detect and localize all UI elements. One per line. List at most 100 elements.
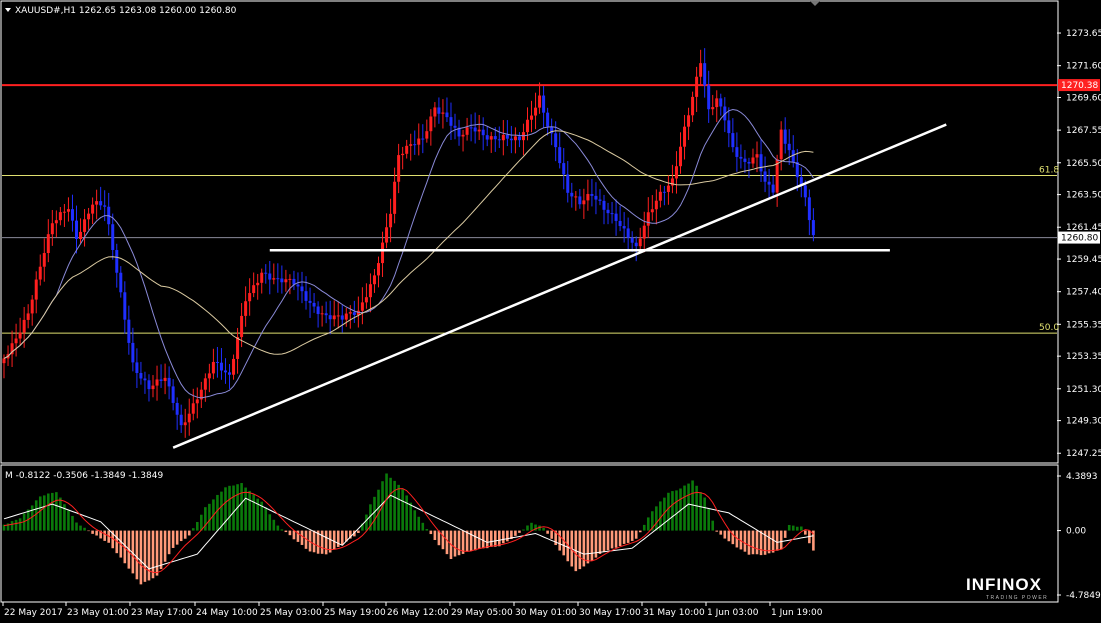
macd-histogram-bar [485,530,489,549]
candle-body [409,144,413,146]
macd-histogram-bar [228,485,231,531]
macd-histogram-bar [767,530,771,554]
macd-histogram-bar [578,530,582,570]
macd-histogram-bar [42,495,46,531]
candle-body [119,272,123,293]
candle-body [445,112,449,118]
macd-histogram-bar [582,530,586,567]
time-tick-label: 1 Jun 19:00 [771,608,823,618]
candle-body [719,98,723,107]
moving-averages [3,108,814,399]
candle-body [171,386,175,403]
candle-body [372,275,376,285]
trendline [172,123,947,449]
candle-body [316,306,320,315]
macd-histogram-bar [558,530,562,551]
candle-body [79,231,83,240]
candle-body [187,413,191,423]
macd-histogram-bar [783,530,787,538]
macd-histogram-bar [240,483,243,531]
macd-pane[interactable] [2,473,815,585]
macd-histogram-bar [143,530,147,582]
macd-histogram-bar [167,530,171,555]
macd-histogram-bar [38,496,42,531]
chevron-down-icon[interactable] [5,8,11,12]
candle-body [534,107,538,116]
candle-body [538,95,542,108]
candle-body [405,145,409,154]
candle-body [103,205,107,207]
candle-body [554,133,558,148]
candle-body [324,313,328,316]
macd-histogram-bar [638,530,642,533]
candle-body [558,147,562,164]
candle-body [272,278,276,280]
macd-histogram-bar [711,520,715,531]
candle-body [606,209,610,214]
candle-body [453,125,457,128]
candle-body [674,166,678,179]
macd-histogram-bar [10,521,14,531]
macd-histogram-bar [465,530,469,552]
candle-body [62,211,66,213]
macd-tick-label: 0.00 [1066,527,1086,537]
candle-body [50,223,54,235]
candle-body [654,200,658,210]
price-pane[interactable]: 1270.38 61.8 50.0 1260.80 [2,48,1100,449]
candle-body [312,302,316,307]
time-tick-label: 23 May 01:00 [67,608,129,618]
fib-level-label: 50.0 [1039,323,1059,333]
candle-body [417,138,421,145]
candle-body [739,156,743,159]
candle-body [175,402,179,415]
chart-shift-icon[interactable] [810,1,820,6]
macd-histogram-bar [550,530,553,539]
candle-body [465,127,469,135]
macd-axis: 4.3893 0.00 -4.7849 [1057,472,1101,601]
candle-body [340,315,344,320]
candle-body [18,332,22,339]
time-tick-label: 1 Jun 03:00 [707,608,759,618]
candle-body [582,200,586,205]
macd-histogram-bar [707,508,710,531]
macd-histogram-bar [401,489,404,531]
macd-histogram-bar [646,517,650,531]
candle-body [562,163,566,175]
brand-logo: INFINOX TRADING POWER [966,575,1047,601]
macd-histogram-bar [91,530,94,534]
macd-histogram-bar [357,530,360,533]
macd-histogram-bar [332,530,336,550]
candle-body [70,209,74,221]
macd-histogram-bar [514,530,517,536]
candle-body [546,112,550,127]
trading-chart[interactable]: 1270.38 61.850.01260.80 1273.651271.6012… [0,0,1101,623]
time-tick-label: 31 May 10:00 [643,608,705,618]
candle-body [167,377,171,387]
candle-body [751,157,755,164]
price-tick-label: 1249.30 [1066,417,1101,427]
macd-histogram-bar [67,510,70,531]
macd-histogram-bar [208,503,211,531]
candle-body [505,134,509,139]
candle-body [767,181,771,185]
macd-histogram-bar [187,530,191,536]
candle-body [304,291,308,301]
macd-histogram-bar [244,487,247,531]
drawn-lines[interactable] [172,123,947,449]
macd-histogram-bar [417,516,421,531]
macd-histogram-bar [630,530,634,541]
macd-histogram-bar [457,530,461,556]
macd-histogram-bar [441,530,445,550]
macd-histogram-bar [34,500,38,531]
price-tick-label: 1253.35 [1066,352,1101,362]
candle-body [397,155,401,182]
macd-histogram-bar [743,530,747,552]
candle-body [803,185,807,198]
candle-body [336,315,340,317]
macd-histogram-bar [747,530,751,555]
macd-histogram-bar [195,521,199,531]
candle-body [501,134,505,141]
candle-body [232,358,236,375]
macd-histogram-bar [268,514,272,531]
time-tick-label: 23 May 17:00 [131,608,193,618]
